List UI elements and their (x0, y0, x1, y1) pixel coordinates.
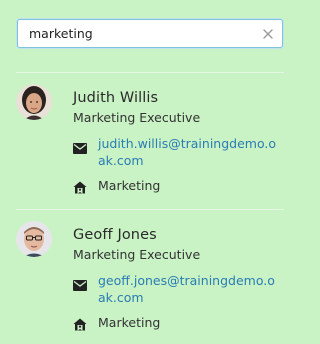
department-label: Marketing (98, 178, 161, 193)
divider (16, 72, 284, 73)
close-icon[interactable] (261, 26, 275, 40)
email-link[interactable]: judith.willis@trainingdemo.oak.com (98, 135, 278, 169)
person-name: Geoff Jones (73, 227, 157, 243)
search-box[interactable] (17, 19, 283, 48)
department-icon (73, 316, 87, 331)
job-title: Marketing Executive (73, 247, 201, 262)
mail-icon (73, 139, 87, 154)
avatar (16, 221, 52, 257)
list-item[interactable]: Geoff Jones Marketing Executive geoff.jo… (0, 211, 299, 341)
person-name: Judith Willis (73, 90, 159, 106)
divider (16, 209, 284, 210)
email-link[interactable]: geoff.jones@trainingdemo.oak.com (98, 272, 278, 306)
job-title: Marketing Executive (73, 110, 201, 125)
search-input[interactable] (18, 20, 248, 47)
department-label: Marketing (98, 315, 161, 330)
department-icon (73, 179, 87, 194)
list-item[interactable]: Judith Willis Marketing Executive judith… (0, 74, 299, 204)
mail-icon (73, 276, 87, 291)
avatar (16, 84, 52, 120)
